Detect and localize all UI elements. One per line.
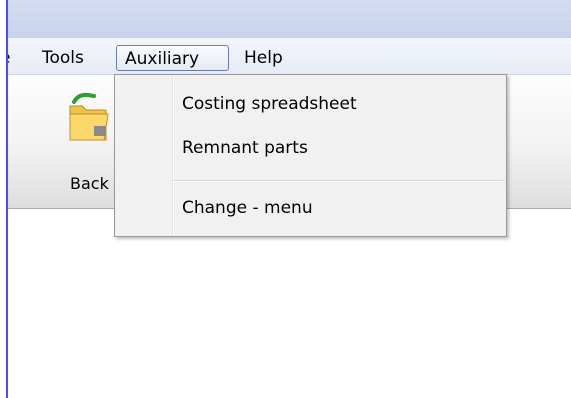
back-button-label[interactable]: Back	[70, 174, 109, 193]
folder-back-icon[interactable]	[68, 92, 110, 148]
auxiliary-dropdown-menu: Costing spreadsheet Remnant parts Change…	[114, 74, 507, 237]
title-bar	[0, 0, 571, 39]
menu-icon-gutter	[172, 75, 174, 236]
menu-option-costing-spreadsheet[interactable]: Costing spreadsheet	[182, 89, 357, 119]
menu-item-auxiliary[interactable]: Auxiliary	[116, 45, 229, 71]
menu-separator	[173, 180, 503, 182]
menu-item-tools[interactable]: Tools	[34, 45, 92, 71]
window-frame-left	[0, 0, 8, 398]
menu-item-help[interactable]: Help	[236, 45, 291, 71]
menu-option-change-menu[interactable]: Change - menu	[182, 193, 313, 223]
menu-option-remnant-parts[interactable]: Remnant parts	[182, 133, 308, 163]
